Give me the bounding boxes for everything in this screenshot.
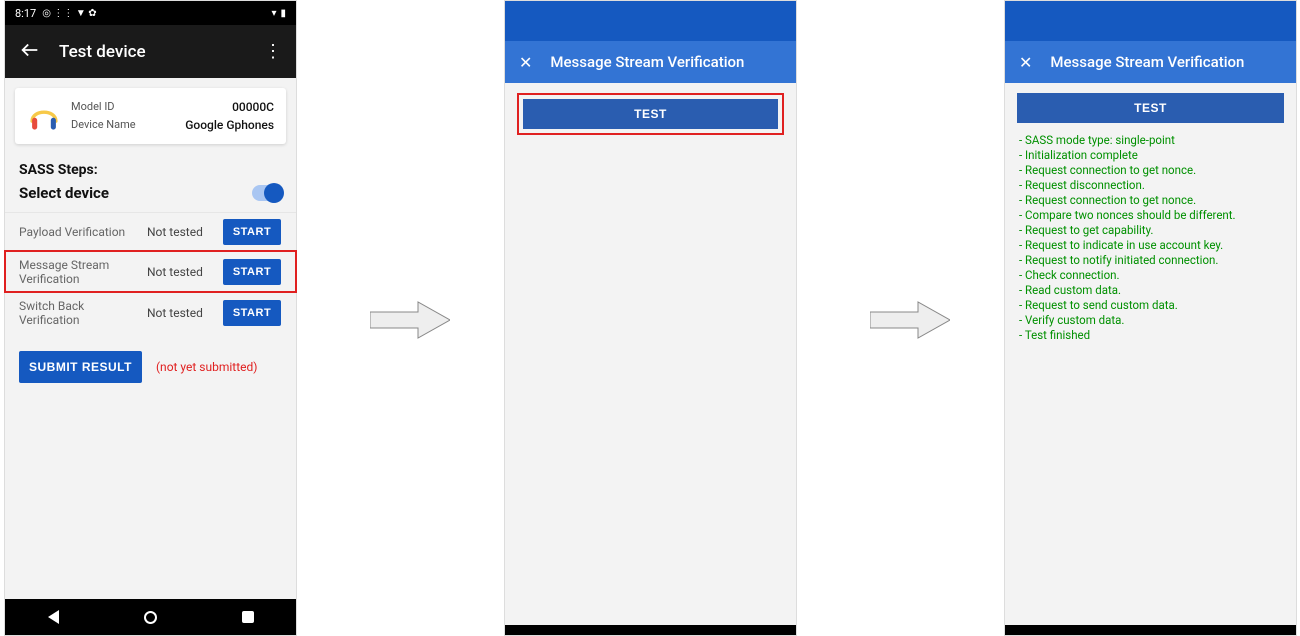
nav-back-icon[interactable] — [48, 610, 59, 624]
test-row-payload: Payload Verification Not tested START — [5, 212, 296, 251]
log-line: Request connection to get nonce. — [1019, 193, 1282, 208]
test-log: SASS mode type: single-pointInitializati… — [1019, 133, 1282, 343]
start-button[interactable]: START — [223, 259, 281, 285]
test-name: Payload Verification — [19, 225, 139, 239]
log-line: Check connection. — [1019, 268, 1282, 283]
test-button-highlight: TEST — [517, 93, 784, 135]
bottom-bar — [1005, 625, 1296, 635]
log-line: Request connection to get nonce. — [1019, 163, 1282, 178]
test-status: Not tested — [147, 225, 215, 239]
sub-app-bar: ✕ Message Stream Verification — [505, 41, 796, 83]
more-icon[interactable]: ⋮ — [264, 41, 282, 62]
android-nav-bar — [5, 599, 296, 635]
test-name: Message Stream Verification — [19, 258, 139, 286]
status-bar: 8:17 ◎ ⋮⋮ ▼ ✿ ▾ ▮ — [5, 1, 296, 25]
sub-app-bar: ✕ Message Stream Verification — [1005, 41, 1296, 83]
headphones-icon — [27, 99, 61, 133]
model-id-value: 00000C — [232, 98, 274, 116]
top-bar — [505, 1, 796, 41]
flow-arrow-icon — [370, 300, 450, 340]
device-name-label: Device Name — [71, 116, 136, 134]
status-time: 8:17 — [15, 7, 36, 20]
test-row-switch-back: Switch Back Verification Not tested STAR… — [5, 292, 296, 333]
test-status: Not tested — [147, 265, 215, 279]
page-title: Test device — [59, 42, 246, 62]
log-line: Initialization complete — [1019, 148, 1282, 163]
log-line: Request to send custom data. — [1019, 298, 1282, 313]
log-line: Request disconnection. — [1019, 178, 1282, 193]
device-name-value: Google Gphones — [185, 116, 274, 134]
sass-steps-label: SASS Steps: — [19, 162, 282, 178]
phone-msv-result: ✕ Message Stream Verification TEST SASS … — [1004, 0, 1297, 636]
test-name: Switch Back Verification — [19, 299, 139, 327]
start-button[interactable]: START — [223, 219, 281, 245]
log-line: Request to notify initiated connection. — [1019, 253, 1282, 268]
select-device-toggle[interactable] — [252, 185, 282, 201]
close-icon[interactable]: ✕ — [1019, 53, 1032, 72]
test-row-message-stream: Message Stream Verification Not tested S… — [5, 251, 296, 292]
bottom-bar — [505, 625, 796, 635]
screen-title: Message Stream Verification — [550, 53, 744, 71]
test-button-wrap: TEST — [1017, 93, 1284, 123]
submit-row: SUBMIT RESULT (not yet submitted) — [19, 351, 282, 383]
flow-arrow-icon — [870, 300, 950, 340]
screen-title: Message Stream Verification — [1050, 53, 1244, 71]
test-button[interactable]: TEST — [1017, 93, 1284, 123]
status-icons: ◎ ⋮⋮ ▼ ✿ — [42, 8, 96, 19]
battery-icon: ▮ — [280, 8, 286, 19]
submit-note: (not yet submitted) — [156, 360, 258, 374]
nav-home-icon[interactable] — [144, 611, 157, 624]
wifi-icon: ▾ — [271, 8, 276, 19]
test-status: Not tested — [147, 306, 215, 320]
submit-result-button[interactable]: SUBMIT RESULT — [19, 351, 142, 383]
log-line: Verify custom data. — [1019, 313, 1282, 328]
nav-recent-icon[interactable] — [242, 611, 254, 623]
back-icon[interactable] — [19, 39, 41, 65]
top-bar — [1005, 1, 1296, 41]
start-button[interactable]: START — [223, 300, 281, 326]
log-line: Test finished — [1019, 328, 1282, 343]
model-id-label: Model ID — [71, 98, 115, 116]
app-bar: Test device ⋮ — [5, 25, 296, 78]
phone-test-device: 8:17 ◎ ⋮⋮ ▼ ✿ ▾ ▮ Test device ⋮ Model ID… — [4, 0, 297, 636]
select-device-row: Select device — [19, 184, 282, 202]
log-line: Request to get capability. — [1019, 223, 1282, 238]
test-button[interactable]: TEST — [523, 99, 778, 129]
close-icon[interactable]: ✕ — [519, 53, 532, 72]
log-line: Request to indicate in use account key. — [1019, 238, 1282, 253]
select-device-label: Select device — [19, 184, 109, 202]
log-line: Compare two nonces should be different. — [1019, 208, 1282, 223]
log-line: Read custom data. — [1019, 283, 1282, 298]
device-card: Model ID 00000C Device Name Google Gphon… — [15, 88, 286, 144]
log-line: SASS mode type: single-point — [1019, 133, 1282, 148]
phone-msv-test: ✕ Message Stream Verification TEST — [504, 0, 797, 636]
